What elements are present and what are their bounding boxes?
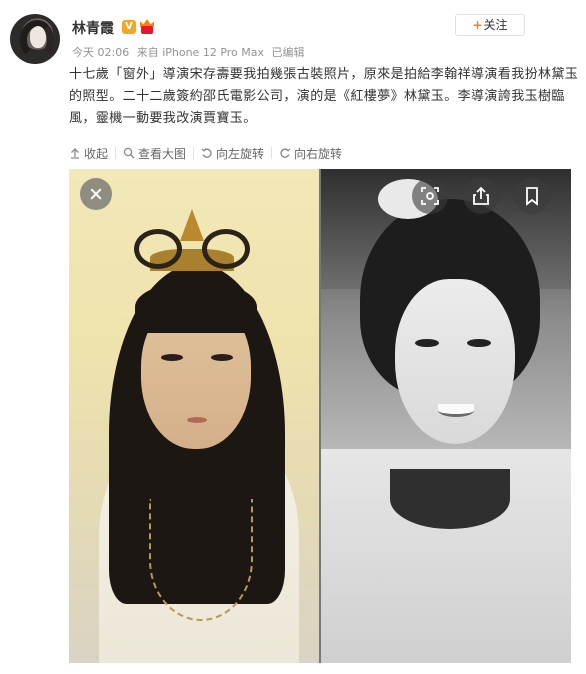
divider [193, 147, 195, 159]
photo-right-bw-portrait [320, 169, 571, 663]
post-meta: 今天 02:06 来自 iPhone 12 Pro Max 已编辑 [72, 44, 309, 60]
edited-label[interactable]: 已编辑 [272, 46, 305, 59]
follow-button[interactable]: +关注 [455, 14, 525, 36]
photo-left-costume-portrait [69, 169, 320, 663]
rotate-right-button[interactable]: 向右旋转 [279, 145, 342, 162]
author-name[interactable]: 林青霞 [72, 18, 114, 38]
weibo-post: 林青霞 V 今天 02:06 来自 iPhone 12 Pro Max 已编辑 … [0, 0, 586, 674]
member-crown-icon [139, 19, 155, 35]
image-divider [319, 169, 321, 663]
collapse-button[interactable]: 收起 [69, 145, 108, 162]
scan-icon [421, 187, 439, 205]
rotate-left-icon [201, 147, 213, 159]
scan-button[interactable] [412, 178, 448, 214]
rotate-right-label: 向右旋转 [294, 146, 343, 161]
post-source: 来自 iPhone 12 Pro Max [136, 46, 265, 59]
plus-icon: + [472, 18, 483, 32]
post-time[interactable]: 今天 02:06 [72, 46, 129, 59]
rotate-left-button[interactable]: 向左旋转 [201, 145, 264, 162]
post-text: 十七歲「窗外」導演宋存壽要我拍幾張古裝照片，原來是拍給李翰祥導演看我扮林黛玉的照… [69, 67, 579, 126]
rotate-left-label: 向左旋转 [216, 146, 265, 161]
collapse-arrow-icon [69, 147, 81, 159]
share-icon [473, 186, 489, 205]
avatar[interactable] [10, 14, 60, 64]
verified-badge: V [122, 20, 136, 34]
close-icon[interactable] [80, 178, 112, 210]
divider [115, 147, 117, 159]
follow-label: 关注 [483, 18, 508, 32]
view-large-label: 查看大图 [138, 146, 187, 161]
view-large-button[interactable]: 查看大图 [123, 145, 186, 162]
bookmark-button[interactable] [514, 178, 550, 214]
magnifier-icon [123, 147, 135, 159]
post-image[interactable] [69, 169, 571, 663]
rotate-right-icon [279, 147, 291, 159]
share-button[interactable] [463, 178, 499, 214]
image-action-bar: 收起 查看大图 向左旋转 向右旋转 [69, 143, 342, 163]
bookmark-icon [526, 187, 538, 206]
collapse-label: 收起 [84, 146, 109, 161]
divider [271, 147, 273, 159]
